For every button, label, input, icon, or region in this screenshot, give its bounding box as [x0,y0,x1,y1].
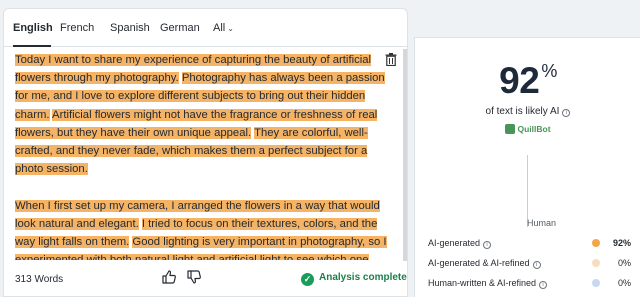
legend-human-written-ai-refined: Human-written & AI-refined i 0% [428,278,631,294]
paragraph: Today I want to share my experience of c… [15,51,391,178]
ai-score-unit: % [541,61,557,81]
legend-dot [592,259,600,267]
check-circle-icon: ✓ [301,273,314,286]
trash-icon[interactable] [385,53,397,66]
ai-detector-app: English French Spanish German All ⌄ Today… [0,0,640,297]
legend-label: AI-generated [428,238,481,248]
editor-footer: 313 Words ✓ Analysis complete [4,261,407,296]
results-panel: 92% of text is likely AI i QuillBot Human… [414,37,640,297]
info-icon[interactable]: i [483,241,492,249]
language-tabs: English French Spanish German All ⌄ [4,9,407,47]
ai-score: 92% [415,60,640,102]
analysis-status: ✓ Analysis complete [301,272,407,286]
word-count: 313 Words [15,274,64,285]
distribution-bar [527,155,528,227]
analysis-status-label: Analysis complete [319,272,407,283]
text-input-area[interactable]: Today I want to share my experience of c… [15,51,391,260]
chevron-down-icon: ⌄ [227,24,234,33]
info-icon[interactable]: i [539,281,548,289]
legend-value: 0% [617,278,631,288]
legend-ai-generated-ai-refined: AI-generated & AI-refined i 0% [428,258,631,274]
legend-value: 0% [617,258,631,268]
thumbs-up-icon[interactable] [161,269,177,285]
info-icon[interactable]: i [532,261,541,269]
legend-ai-generated: AI-generated i 92% [428,238,631,254]
distribution-bar-label: Human [527,218,557,228]
tab-german[interactable]: German [160,9,200,47]
tab-spanish[interactable]: Spanish [110,9,150,47]
legend-label: AI-generated & AI-refined [428,258,530,268]
thumbs-down-icon[interactable] [186,269,202,285]
tab-english[interactable]: English [13,9,53,47]
brand-name: QuillBot [517,124,551,134]
legend-value: 92% [612,238,631,248]
score-label-text: of text is likely AI [485,106,560,117]
legend-dot [592,239,600,247]
paragraph: When I first set up my camera, I arrange… [15,197,391,260]
tab-all-languages[interactable]: All ⌄ [213,9,234,47]
tab-all-label: All [213,22,226,34]
tab-french[interactable]: French [60,9,94,47]
info-icon[interactable]: i [562,109,571,117]
legend-dot [592,279,600,287]
scrollbar[interactable] [403,49,407,261]
quillbot-brand: QuillBot [415,124,640,134]
score-label: of text is likely AI i [415,106,640,117]
legend-label: Human-written & AI-refined [428,278,537,288]
editor-panel: English French Spanish German All ⌄ Today… [3,8,408,297]
ai-score-value: 92 [499,60,540,101]
quillbot-logo-icon [505,124,516,134]
